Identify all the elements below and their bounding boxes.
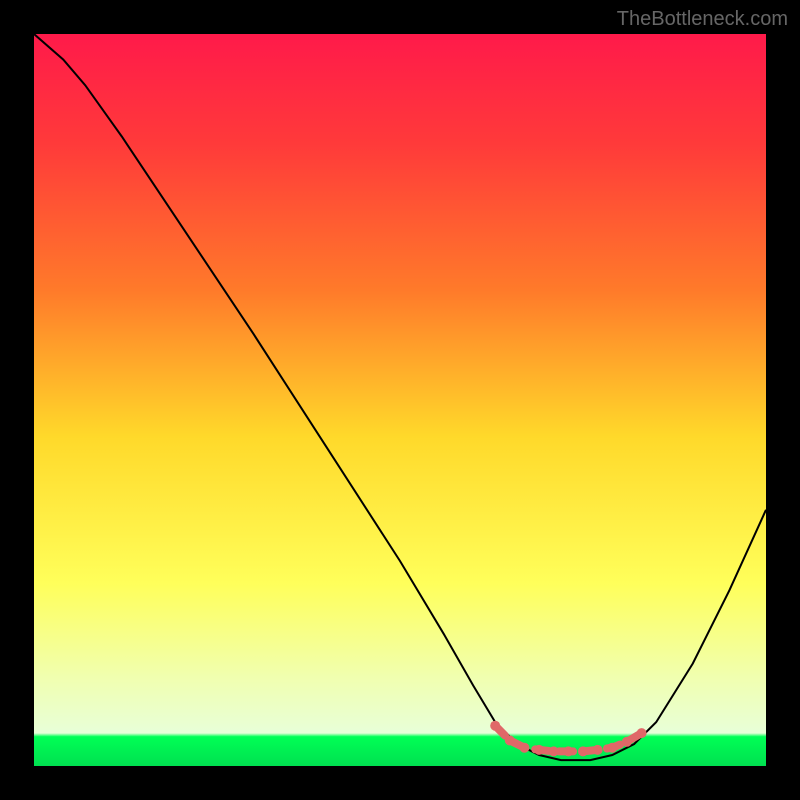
plot-area: [34, 34, 766, 766]
chart-container: TheBottleneck.com: [0, 0, 800, 800]
marker-band: [490, 721, 646, 757]
bottleneck-curve: [34, 34, 766, 760]
watermark-text: TheBottleneck.com: [617, 8, 788, 31]
curve-layer: [34, 34, 766, 766]
